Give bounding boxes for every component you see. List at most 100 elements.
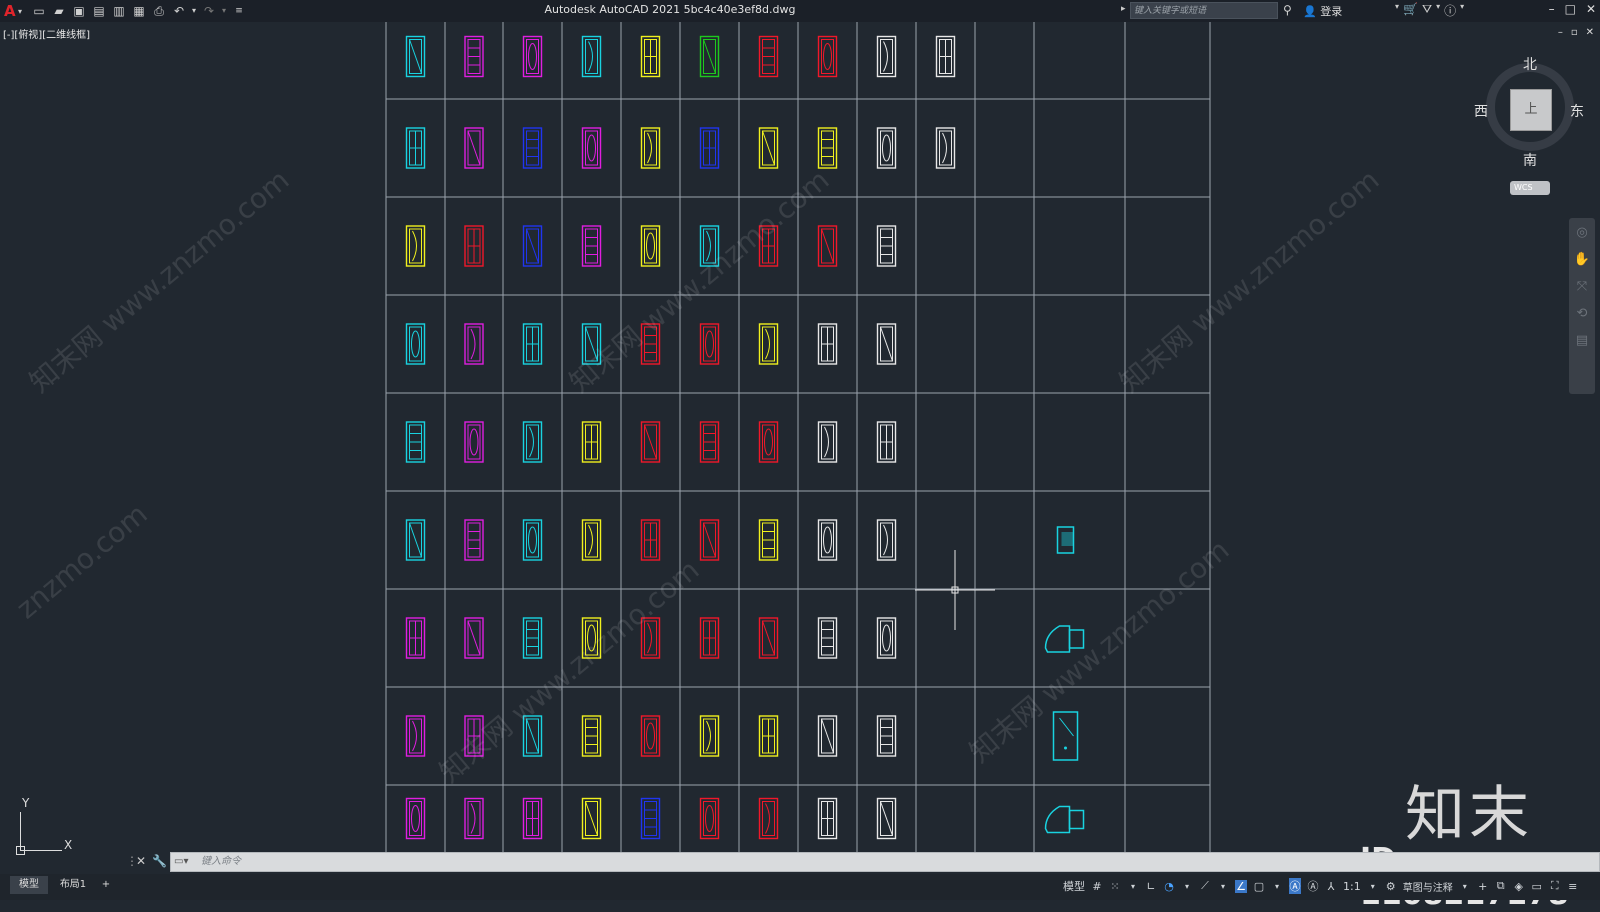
- drawing-restore-icon[interactable]: ▫: [1571, 27, 1578, 38]
- redo-icon[interactable]: ↷: [200, 3, 218, 19]
- tab-model[interactable]: 模型: [10, 876, 48, 894]
- door-block[interactable]: [935, 127, 956, 169]
- door-block[interactable]: [640, 35, 661, 78]
- door-block[interactable]: [464, 421, 484, 463]
- door-block[interactable]: [522, 421, 543, 463]
- dropdown-chevron-icon[interactable]: ▾: [1436, 2, 1440, 19]
- door-block[interactable]: [522, 519, 543, 561]
- pan-icon[interactable]: ✋: [1569, 248, 1595, 272]
- door-block[interactable]: [817, 225, 838, 267]
- door-block[interactable]: [522, 225, 543, 267]
- help-icon[interactable]: ⓘ: [1444, 2, 1456, 19]
- door-block[interactable]: [464, 797, 484, 840]
- door-block[interactable]: [817, 35, 838, 78]
- door-block[interactable]: [640, 715, 661, 757]
- door-block[interactable]: [581, 797, 602, 840]
- wcs-menu[interactable]: WCS: [1510, 181, 1550, 195]
- maximize-icon[interactable]: □: [1565, 2, 1576, 16]
- door-block[interactable]: [640, 797, 661, 840]
- door-block[interactable]: [640, 421, 661, 463]
- snap-icon[interactable]: ⁙: [1109, 880, 1121, 893]
- door-block[interactable]: [817, 715, 838, 757]
- door-block[interactable]: [817, 421, 838, 463]
- door-block[interactable]: [405, 35, 426, 78]
- viewport-controls-label[interactable]: [-][俯视][二维线框]: [3, 26, 90, 41]
- sign-in-button[interactable]: 👤 登录: [1303, 3, 1342, 19]
- door-block[interactable]: [581, 715, 602, 757]
- door-block[interactable]: [640, 225, 661, 267]
- viewcube-top-face[interactable]: 上: [1510, 89, 1552, 131]
- drawing-minimize-icon[interactable]: –: [1558, 27, 1563, 38]
- grid-icon[interactable]: #: [1091, 880, 1103, 893]
- door-block[interactable]: [699, 35, 720, 78]
- save-as-icon[interactable]: ▤: [90, 3, 108, 19]
- door-block[interactable]: [699, 421, 720, 463]
- isolate-objects-icon[interactable]: ⧉: [1495, 879, 1507, 893]
- door-block[interactable]: [876, 323, 897, 365]
- door-block[interactable]: [758, 421, 779, 463]
- door-block[interactable]: [876, 797, 897, 840]
- dropdown-chevron-icon[interactable]: ▾: [1127, 882, 1139, 891]
- fixture-block[interactable]: [1044, 805, 1085, 834]
- door-block[interactable]: [405, 617, 426, 659]
- close-icon[interactable]: ✕: [1586, 2, 1596, 16]
- door-block[interactable]: [405, 421, 426, 463]
- compass-west[interactable]: 西: [1474, 101, 1488, 121]
- new-file-icon[interactable]: ▭: [30, 3, 48, 19]
- search-input[interactable]: 键入关键字或短语: [1130, 2, 1278, 19]
- save-web-icon[interactable]: ▦: [130, 3, 148, 19]
- door-block[interactable]: [640, 127, 661, 169]
- hardware-acceleration-icon[interactable]: ◈: [1513, 880, 1525, 893]
- door-block[interactable]: [699, 519, 720, 561]
- door-block[interactable]: [699, 127, 720, 169]
- compass-north[interactable]: 北: [1523, 54, 1537, 74]
- door-block[interactable]: [817, 323, 838, 365]
- search-icon[interactable]: ⚲: [1283, 3, 1292, 17]
- dropdown-chevron-icon[interactable]: ▾: [1460, 2, 1464, 19]
- door-block[interactable]: [581, 225, 602, 267]
- door-block[interactable]: [405, 715, 426, 757]
- recent-commands-icon[interactable]: ▭▾: [174, 853, 188, 871]
- dropdown-chevron-icon[interactable]: ▾: [1181, 882, 1193, 891]
- door-block[interactable]: [758, 35, 779, 78]
- door-block[interactable]: [758, 617, 779, 659]
- undo-icon[interactable]: ↶: [170, 3, 188, 19]
- door-block[interactable]: [876, 225, 897, 267]
- door-block[interactable]: [876, 715, 897, 757]
- door-block[interactable]: [699, 323, 720, 365]
- door-block[interactable]: [758, 797, 779, 840]
- door-block[interactable]: [405, 519, 426, 561]
- door-block[interactable]: [581, 519, 602, 561]
- steering-wheel-icon[interactable]: ◎: [1569, 221, 1595, 245]
- annotation-scale-value[interactable]: 1:1: [1343, 880, 1361, 893]
- door-block[interactable]: [522, 617, 543, 659]
- minimize-icon[interactable]: –: [1549, 2, 1555, 16]
- dropdown-chevron-icon[interactable]: ▾: [1459, 882, 1471, 891]
- door-block[interactable]: [522, 323, 543, 365]
- door-block[interactable]: [464, 519, 484, 561]
- door-block[interactable]: [699, 617, 720, 659]
- showmotion-icon[interactable]: ▤: [1569, 329, 1595, 353]
- door-block[interactable]: [876, 519, 897, 561]
- door-block[interactable]: [935, 35, 956, 78]
- expand-search-arrow-icon[interactable]: ▸: [1121, 4, 1126, 14]
- polar-tracking-icon[interactable]: ◔: [1163, 880, 1175, 893]
- zoom-extents-icon[interactable]: ⤧: [1569, 275, 1595, 299]
- compass-east[interactable]: 东: [1570, 101, 1584, 121]
- door-block[interactable]: [817, 519, 838, 561]
- command-line-close-icon[interactable]: ✕: [136, 854, 146, 868]
- model-space-toggle[interactable]: 模型: [1063, 878, 1085, 894]
- door-block[interactable]: [464, 617, 484, 659]
- door-block[interactable]: [758, 715, 779, 757]
- door-block[interactable]: [405, 127, 426, 169]
- door-block[interactable]: [817, 797, 838, 840]
- workspace-switch[interactable]: 草图与注释: [1403, 879, 1453, 894]
- isodraft-icon[interactable]: ⟋: [1199, 879, 1211, 893]
- door-block[interactable]: [405, 797, 426, 840]
- door-block[interactable]: [522, 35, 543, 78]
- door-block[interactable]: [464, 127, 484, 169]
- door-block[interactable]: [817, 617, 838, 659]
- customize-wrench-icon[interactable]: 🔧: [152, 854, 167, 868]
- door-block[interactable]: [758, 519, 779, 561]
- door-block[interactable]: [817, 127, 838, 169]
